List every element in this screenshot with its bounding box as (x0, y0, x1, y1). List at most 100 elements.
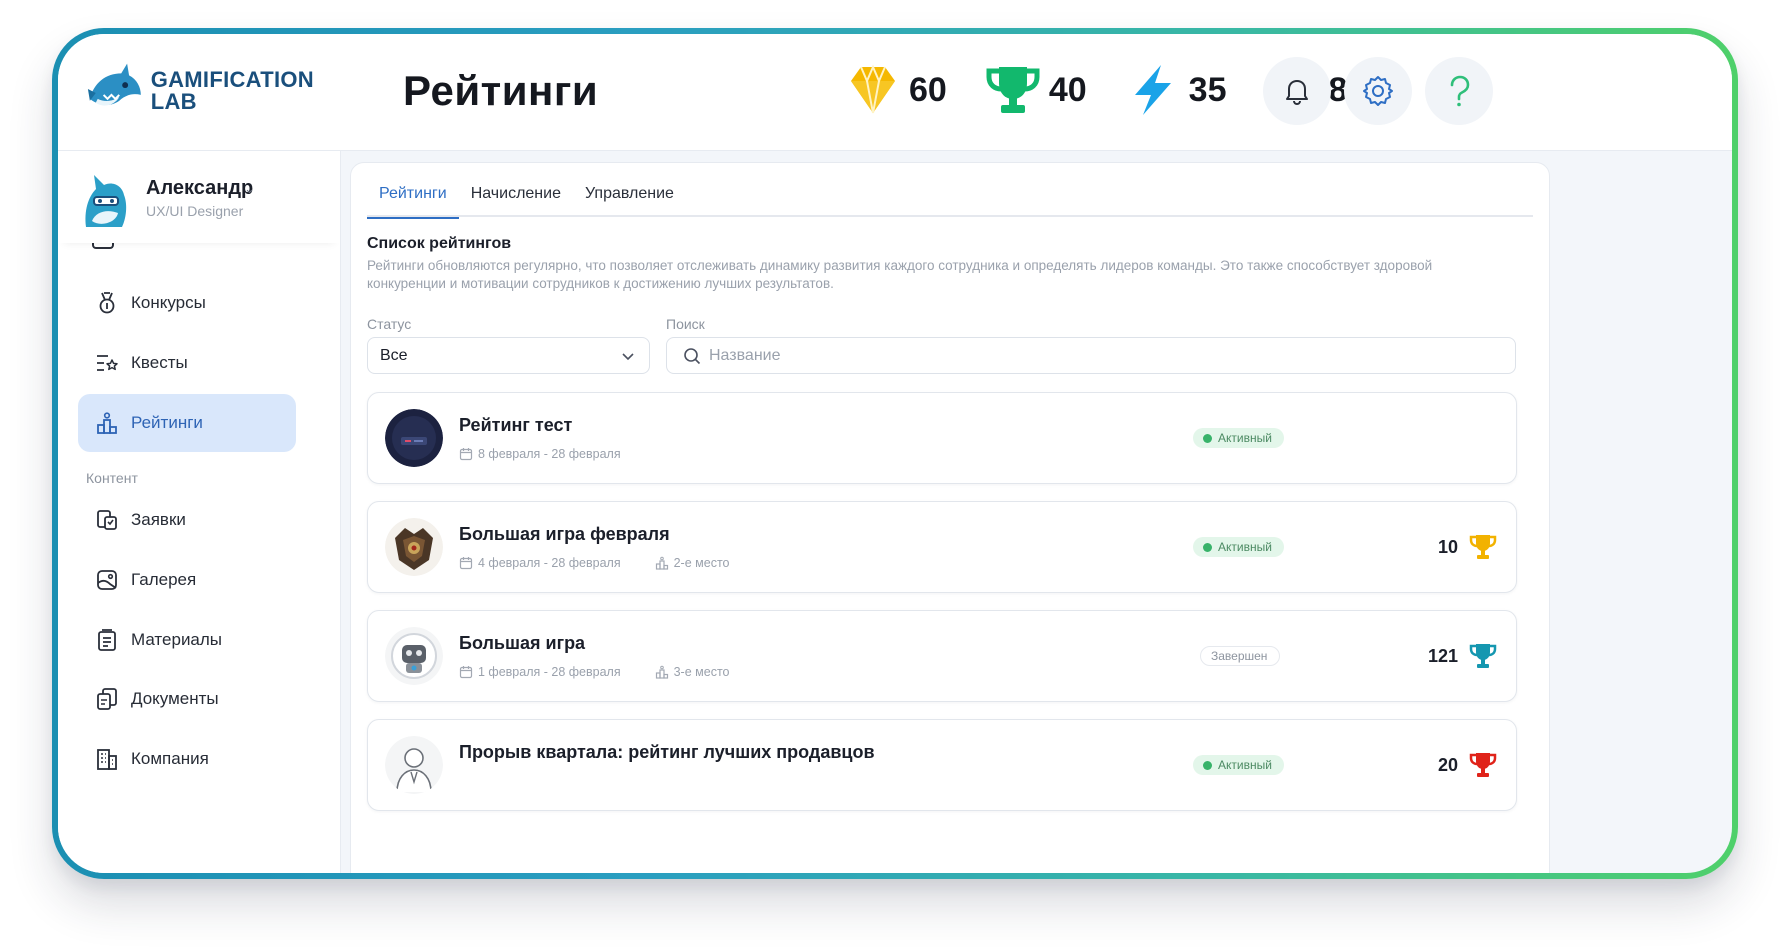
search-field[interactable] (666, 337, 1516, 374)
user-profile[interactable]: Александр ⌄ UX/UI Designer (58, 151, 340, 243)
rating-row[interactable]: Рейтинг тест 8 февраля - 28 февраля Акти… (367, 392, 1517, 484)
logo-line-1: GAMIFICATION (150, 67, 314, 92)
tab-management[interactable]: Управление (573, 185, 686, 217)
logo-text: GAMIFICATION LAB (151, 69, 314, 113)
trophies-counter[interactable]: 40 (983, 61, 1087, 119)
status-badge-text: Завершен (1211, 649, 1268, 663)
diamonds-value: 60 (909, 70, 947, 109)
medal-icon (99, 292, 115, 314)
rating-thumbnail (385, 409, 443, 467)
score-value: 121 (1427, 645, 1458, 666)
help-button[interactable] (1425, 57, 1493, 125)
list-description: Рейтинги обновляются регулярно, что позв… (367, 258, 1433, 291)
sidebar-item-materials[interactable]: Материалы (78, 611, 296, 669)
sidebar-item-documents[interactable]: Документы (78, 670, 296, 728)
chevron-down-icon (622, 353, 634, 361)
sidebar-item-label: Документы (131, 689, 219, 708)
search-label: Поиск (666, 316, 705, 332)
rating-thumbnail (385, 627, 443, 685)
rating-score: 121 (1428, 641, 1498, 671)
search-input[interactable] (709, 346, 1409, 365)
rating-title: Рейтинг тест (459, 415, 573, 435)
sidebar-item-ratings[interactable]: Рейтинги (78, 394, 296, 452)
diamonds-counter[interactable]: 60 (843, 61, 947, 119)
rating-thumbnail (385, 736, 443, 794)
podium-icon (655, 665, 668, 679)
requests-icon (97, 510, 117, 530)
tabs-bar: Рейтинги Начисление Управление (367, 185, 1533, 219)
sidebar-item-label: Заявки (131, 510, 186, 529)
score-value: 10 (1437, 536, 1458, 557)
rating-title: Большая игра февраля (459, 524, 670, 544)
rating-row[interactable]: Большая игра февраля 4 февраля - 28 февр… (367, 501, 1517, 593)
status-badge-text: Активный (1218, 540, 1272, 554)
notifications-button[interactable] (1263, 57, 1331, 125)
sidebar-item-label: Компания (131, 749, 209, 768)
question-icon (1450, 75, 1470, 107)
rating-title: Прорыв квартала: рейтинг лучших продавцо… (459, 742, 875, 762)
rating-dates: 1 февраля - 28 февраля (478, 665, 621, 679)
calendar-icon (459, 557, 473, 570)
ratings-card: Рейтинги Начисление Управление Список ре… (350, 162, 1550, 873)
materials-icon (98, 629, 116, 651)
podium-icon (97, 412, 117, 434)
sidebar-item-label: Квесты (131, 353, 188, 372)
rating-row[interactable]: Большая игра 1 февраля - 28 февраля 3-е … (367, 610, 1517, 702)
status-badge: Завершен (1200, 646, 1281, 666)
rating-meta: 8 февраля - 28 февраля (459, 447, 621, 461)
gallery-icon (97, 570, 117, 590)
rating-meta: 1 февраля - 28 февраля 3-е место (459, 665, 729, 679)
energy-value: 35 (1188, 70, 1227, 109)
trophy-icon (1469, 535, 1497, 559)
rating-title: Большая игра (459, 633, 586, 653)
tab-accrual[interactable]: Начисление (459, 185, 573, 217)
rating-meta: 4 февраля - 28 февраля 2-е место (459, 556, 729, 570)
device-frame: GAMIFICATION LAB Рейтинги 60 40 35 8 Але… (52, 28, 1738, 879)
sidebar-item-label: Конкурсы (131, 293, 206, 312)
settings-button[interactable] (1344, 57, 1412, 125)
status-select[interactable]: Все (367, 337, 650, 374)
score-value: 20 (1437, 754, 1458, 775)
trophy-icon (1469, 753, 1497, 777)
app-logo[interactable]: GAMIFICATION LAB (84, 56, 314, 126)
status-select-value: Все (380, 346, 408, 364)
status-dot (1203, 760, 1212, 770)
rating-score: 20 (1438, 750, 1498, 780)
tab-ratings[interactable]: Рейтинги (367, 185, 459, 219)
lightning-icon (1134, 65, 1171, 115)
rating-dates: 4 февраля - 28 февраля (478, 556, 621, 570)
sidebar-item-label: Материалы (131, 630, 223, 649)
sidebar-item-contests[interactable]: Конкурсы (78, 274, 296, 332)
list-title: Список рейтингов (367, 235, 512, 252)
sidebar-item-label: Галерея (131, 570, 197, 589)
app-screen: GAMIFICATION LAB Рейтинги 60 40 35 8 Але… (58, 34, 1732, 873)
status-dot (1203, 542, 1212, 552)
rating-place: 2-е место (655, 556, 730, 570)
user-role: UX/UI Designer (146, 203, 244, 219)
trophy-icon (986, 67, 1040, 113)
sidebar-item-quests[interactable]: Квесты (78, 334, 296, 392)
sidebar-item-requests[interactable]: Заявки (78, 491, 296, 549)
top-header: GAMIFICATION LAB Рейтинги 60 40 35 8 (58, 34, 1732, 151)
company-icon (97, 749, 117, 770)
search-icon (684, 347, 701, 364)
energy-counter[interactable]: 35 (1123, 61, 1227, 119)
rating-place-text: 2-е место (673, 556, 730, 570)
page-title: Рейтинги (403, 67, 599, 114)
bell-icon (1286, 80, 1308, 106)
trophy-icon (1469, 644, 1497, 668)
user-name: Александр (146, 177, 254, 199)
chevron-down-icon[interactable]: ⌄ (244, 181, 255, 197)
status-badge: Активный (1193, 755, 1284, 775)
rating-place: 3-е место (655, 665, 729, 679)
sidebar: Александр ⌄ UX/UI Designer Конкурсы Квес… (58, 151, 341, 873)
rating-row[interactable]: Прорыв квартала: рейтинг лучших продавцо… (367, 719, 1517, 811)
sidebar-item-label: Рейтинги (131, 413, 203, 432)
rating-thumbnail (385, 518, 443, 576)
sidebar-item-company[interactable]: Компания (78, 730, 296, 788)
rating-score: 10 (1438, 532, 1498, 562)
sidebar-item-gallery[interactable]: Галерея (78, 551, 296, 609)
logo-line-2: LAB (150, 89, 197, 114)
podium-icon (655, 556, 668, 570)
avatar (85, 175, 127, 227)
